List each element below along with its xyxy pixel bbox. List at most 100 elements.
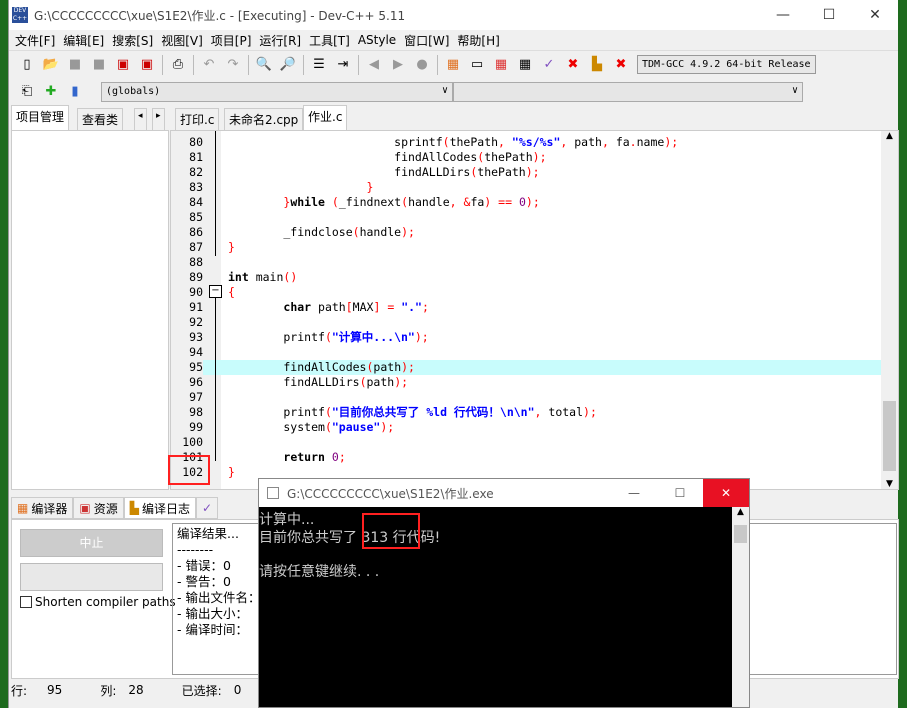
bookmark-next-icon[interactable]: ▶ [388,55,408,75]
tab-scroll-left-icon[interactable]: ◂ [134,108,147,130]
tab-project-manager[interactable]: 项目管理 [11,105,70,130]
close-button[interactable]: ✕ [852,0,898,30]
menu-item[interactable]: 编辑[E] [61,32,110,49]
replace-icon[interactable]: 🔎 [278,55,298,75]
tab-scroll-right-icon[interactable]: ▸ [152,108,165,130]
chevron-down-icon: ∨ [791,84,798,96]
code-text: return 0; [228,450,345,465]
col-label: 列: [100,683,117,698]
code-editor[interactable]: 80 sprintf(thePath, "%s/%s", path, fa.na… [170,130,899,490]
compile-icon[interactable]: ▦ [443,55,463,75]
close-file-icon[interactable]: ▣ [113,55,133,75]
code-token: ( [359,375,367,389]
code-line: 94 [171,345,881,360]
minimize-button[interactable]: — [760,0,806,30]
code-token: ); [401,225,415,239]
scrollbar-thumb[interactable] [734,525,747,543]
fold-collapse-icon[interactable]: − [209,285,222,298]
scroll-up-icon[interactable]: ▲ [732,507,749,517]
console-close-button[interactable]: ✕ [703,479,749,507]
tab-compiler[interactable]: ▦ 编译器 [11,497,74,519]
indent-icon[interactable]: ☰ [309,55,329,75]
tab-compile-log[interactable]: ▙ 编译日志 [123,497,196,519]
shorten-paths-checkbox[interactable] [20,596,32,608]
tab-label: 编译器 [31,501,68,516]
tab-file-print[interactable]: 打印.c [175,108,220,130]
tab-debug[interactable]: ✓ [195,497,219,519]
bookmark-prev-icon[interactable]: ◀ [364,55,384,75]
code-token: ); [401,360,415,374]
save-icon[interactable]: ■ [65,55,85,75]
code-token: ( [324,405,332,419]
abort-button[interactable]: 中止 [20,529,163,557]
undo-icon[interactable]: ↶ [199,55,219,75]
code-line: 92 [171,315,881,330]
maximize-button[interactable]: ☐ [806,0,852,30]
code-token: ( [442,135,450,149]
code-token: _findnext [338,195,402,209]
menu-item[interactable]: 帮助[H] [455,32,505,49]
project-options-icon[interactable]: ▮ [65,82,85,102]
console-window[interactable]: G:\CCCCCCCCC\xue\S1E2\作业.exe — ☐ ✕ 计算中..… [258,478,750,708]
window-title: G:\CCCCCCCCC\xue\S1E2\作业.c - [Executing]… [34,8,406,23]
new-file-icon[interactable]: ▯ [17,55,37,75]
compiler-select[interactable]: TDM-GCC 4.9.2 64-bit Release [637,55,816,74]
run-icon[interactable]: ▭ [467,55,487,75]
find-icon[interactable]: 🔍 [254,55,274,75]
code-line: 83 } [171,180,881,195]
close-all-icon[interactable]: ▣ [137,55,157,75]
menu-item[interactable]: 搜索[S] [110,32,159,49]
insert-icon[interactable]: ⎗ [17,82,37,102]
rebuild-icon[interactable]: ▦ [515,55,535,75]
scroll-down-icon[interactable]: ▼ [881,479,898,489]
editor-scrollbar[interactable]: ▲ ▼ [881,131,898,489]
menu-item[interactable]: 视图[V] [159,32,209,49]
code-line: 90 { [171,285,881,300]
scope-dropdown[interactable]: (globals) ∨ [101,81,453,102]
profile-chart-icon[interactable]: ▙ [587,55,607,75]
code-text: printf("目前你总共写了 %ld 行代码！\n\n", total); [228,405,597,420]
code-token: { [228,285,235,299]
code-line: 88 [171,255,881,270]
col-value: 28 [128,683,144,697]
stop-icon[interactable]: ✖ [563,55,583,75]
code-token: } [228,240,235,254]
delete-profile-icon[interactable]: ✖ [611,55,631,75]
menu-item[interactable]: 项目[P] [209,32,258,49]
menu-item[interactable]: 运行[R] [257,32,307,49]
code-token: "%s/%s" [511,135,561,149]
menu-item[interactable]: AStyle [356,33,402,47]
print-icon[interactable]: ⎙ [168,55,188,75]
menu-item[interactable]: 工具[T] [307,32,356,49]
goto-line-icon[interactable]: ⇥ [333,55,353,75]
redo-icon[interactable]: ↷ [223,55,243,75]
code-token: sprintf [228,135,443,149]
save-all-icon[interactable]: ■ [89,55,109,75]
menu-item[interactable]: 窗口[W] [402,32,455,49]
tab-file-homework[interactable]: 作业.c [303,105,348,130]
symbol-dropdown[interactable]: ∨ [453,81,803,102]
tab-file-untitled2[interactable]: 未命名2.cpp [224,108,304,130]
code-token: 0 [518,195,526,209]
syntax-check-icon[interactable]: ✓ [539,55,559,75]
menu-item[interactable]: 文件[F] [13,32,61,49]
tab-resources[interactable]: ▣ 资源 [73,497,124,519]
console-scrollbar[interactable]: ▲ [732,507,749,707]
code-token: handle [408,195,450,209]
console-maximize-button[interactable]: ☐ [657,479,703,507]
debug-icon[interactable]: ● [412,55,432,75]
add-project-icon[interactable]: ✚ [41,82,61,102]
open-file-icon[interactable]: 📂 [41,55,61,75]
selected-value: 0 [233,683,242,697]
shorten-paths-option[interactable]: Shorten compiler paths [20,595,176,609]
scrollbar-thumb[interactable] [883,401,896,471]
code-token: path [366,375,395,389]
code-line: 99 system("pause"); [171,420,881,435]
scroll-up-icon[interactable]: ▲ [881,131,898,141]
compile-run-icon[interactable]: ▦ [491,55,511,75]
blank-button[interactable] [20,563,163,591]
tab-class-browser[interactable]: 查看类 [77,108,124,130]
console-minimize-button[interactable]: — [611,479,657,507]
code-token: path [311,300,346,314]
code-token: MAX [352,300,374,314]
